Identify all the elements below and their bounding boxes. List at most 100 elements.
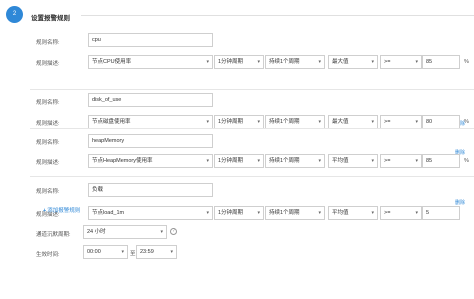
chevron-down-icon: ▾ — [257, 158, 260, 164]
rule-name-input[interactable]: 负载 — [88, 183, 213, 197]
aggregation-select-value: 最大值 — [332, 119, 349, 125]
duration-select[interactable]: 持续1个周期 ▾ — [265, 55, 325, 69]
chevron-down-icon: ▾ — [160, 229, 163, 235]
period-select-value: 1分钟周期 — [218, 119, 244, 125]
operator-select-value: >= — [384, 119, 391, 125]
duration-select-value: 持续1个周期 — [269, 210, 300, 216]
period-select-value: 1分钟周期 — [218, 210, 244, 216]
period-select-value: 1分钟周期 — [218, 59, 244, 65]
operator-select[interactable]: >= ▾ — [380, 55, 422, 69]
chevron-down-icon: ▾ — [257, 119, 260, 125]
delete-rule-link[interactable]: 删除 — [455, 199, 465, 206]
threshold-input[interactable]: 5 — [422, 206, 460, 220]
duration-select[interactable]: 持续1个周期 ▾ — [265, 115, 325, 129]
chevron-down-icon: ▾ — [371, 59, 374, 65]
chevron-down-icon: ▾ — [318, 59, 321, 65]
chevron-down-icon: ▾ — [206, 119, 209, 125]
duration-select[interactable]: 持续1个周期 ▾ — [265, 206, 325, 220]
chevron-down-icon: ▾ — [318, 210, 321, 216]
rule-name-label: 规则名称: — [36, 100, 60, 106]
duration-select-value: 持续1个周期 — [269, 59, 300, 65]
aggregation-select-value: 最大值 — [332, 59, 349, 65]
period-select[interactable]: 1分钟周期 ▾ — [214, 115, 264, 129]
rule-desc-label: 规则描述: — [36, 61, 60, 67]
rule-name-label: 规则名称: — [36, 189, 60, 195]
chevron-down-icon: ▾ — [257, 59, 260, 65]
metric-select-value: 节点磁盘使用率 — [92, 119, 131, 125]
chevron-down-icon: ▾ — [371, 210, 374, 216]
effective-start-value: 00:00 — [87, 249, 101, 255]
chevron-down-icon: ▾ — [415, 210, 418, 216]
rule-desc-label: 规则描述: — [36, 121, 60, 127]
aggregation-select[interactable]: 平均值 ▾ — [328, 206, 378, 220]
duration-select[interactable]: 持续1个周期 ▾ — [265, 154, 325, 168]
rule-name-input[interactable]: heapMemory — [88, 134, 213, 148]
operator-select-value: >= — [384, 59, 391, 65]
add-rule-link[interactable]: +添加报警规则 — [43, 206, 80, 214]
chevron-down-icon: ▾ — [318, 119, 321, 125]
aggregation-select[interactable]: 平均值 ▾ — [328, 154, 378, 168]
time-separator: 至 — [130, 251, 136, 257]
plus-icon: + — [43, 208, 47, 214]
operator-select[interactable]: >= ▾ — [380, 154, 422, 168]
silence-period-value: 24 小时 — [87, 229, 106, 235]
chevron-down-icon: ▾ — [371, 158, 374, 164]
threshold-input[interactable]: 80 — [422, 115, 460, 129]
operator-select[interactable]: >= ▾ — [380, 206, 422, 220]
section-title: 设置报警规则 — [31, 15, 70, 22]
threshold-input[interactable]: 85 — [422, 154, 460, 168]
effective-time-label: 生效时间: — [36, 252, 60, 258]
rule-desc-label: 规则描述: — [36, 160, 60, 166]
effective-end-value: 23:59 — [140, 249, 154, 255]
operator-select-value: >= — [384, 158, 391, 164]
chevron-down-icon: ▾ — [206, 210, 209, 216]
silence-period-select[interactable]: 24 小时 ▾ — [83, 225, 167, 239]
rule-name-input[interactable]: disk_of_use — [88, 93, 213, 107]
period-select[interactable]: 1分钟周期 ▾ — [214, 154, 264, 168]
aggregation-select[interactable]: 最大值 ▾ — [328, 115, 378, 129]
header-divider — [81, 15, 474, 16]
period-select[interactable]: 1分钟周期 ▾ — [214, 55, 264, 69]
chevron-down-icon: ▾ — [415, 59, 418, 65]
rule-name-label: 规则名称: — [36, 40, 60, 46]
chevron-down-icon: ▾ — [257, 210, 260, 216]
effective-start-select[interactable]: 00:00 ▾ — [83, 245, 128, 259]
metric-select-value: 节点CPU使用率 — [92, 59, 132, 65]
threshold-unit: % — [464, 119, 469, 125]
period-select-value: 1分钟周期 — [218, 158, 244, 164]
metric-select-value: 节点HeapMemory使用率 — [92, 158, 153, 164]
operator-select-value: >= — [384, 210, 391, 216]
operator-select[interactable]: >= ▾ — [380, 115, 422, 129]
section-header: 2 设置报警规则 — [0, 0, 474, 30]
metric-select[interactable]: 节点load_1m ▾ — [88, 206, 213, 220]
chevron-down-icon: ▾ — [415, 158, 418, 164]
duration-select-value: 持续1个周期 — [269, 119, 300, 125]
metric-select-value: 节点load_1m — [92, 210, 125, 216]
help-icon[interactable]: ? — [170, 228, 177, 235]
metric-select[interactable]: 节点CPU使用率 ▾ — [88, 55, 213, 69]
aggregation-select-value: 平均值 — [332, 210, 349, 216]
silence-period-label: 通道沉默周期: — [36, 232, 71, 238]
chevron-down-icon: ▾ — [415, 119, 418, 125]
step-number-badge: 2 — [6, 6, 23, 23]
chevron-down-icon: ▾ — [206, 59, 209, 65]
period-select[interactable]: 1分钟周期 ▾ — [214, 206, 264, 220]
rule-name-label: 规则名称: — [36, 140, 60, 146]
chevron-down-icon: ▾ — [371, 119, 374, 125]
add-rule-label: 添加报警规则 — [47, 208, 81, 214]
metric-select[interactable]: 节点磁盘使用率 ▾ — [88, 115, 213, 129]
chevron-down-icon: ▾ — [121, 249, 124, 255]
chevron-down-icon: ▾ — [170, 249, 173, 255]
threshold-input[interactable]: 85 — [422, 55, 460, 69]
duration-select-value: 持续1个周期 — [269, 158, 300, 164]
threshold-unit: % — [464, 158, 469, 164]
aggregation-select[interactable]: 最大值 ▾ — [328, 55, 378, 69]
chevron-down-icon: ▾ — [206, 158, 209, 164]
aggregation-select-value: 平均值 — [332, 158, 349, 164]
chevron-down-icon: ▾ — [318, 158, 321, 164]
metric-select[interactable]: 节点HeapMemory使用率 ▾ — [88, 154, 213, 168]
effective-end-select[interactable]: 23:59 ▾ — [136, 245, 177, 259]
rule-name-input[interactable]: cpu — [88, 33, 213, 47]
threshold-unit: % — [464, 59, 469, 65]
rule-block-1: 规则名称: cpu 规则描述: 节点CPU使用率 ▾ 1分钟周期 ▾ 持续1个周期 ▾… — [30, 30, 474, 89]
